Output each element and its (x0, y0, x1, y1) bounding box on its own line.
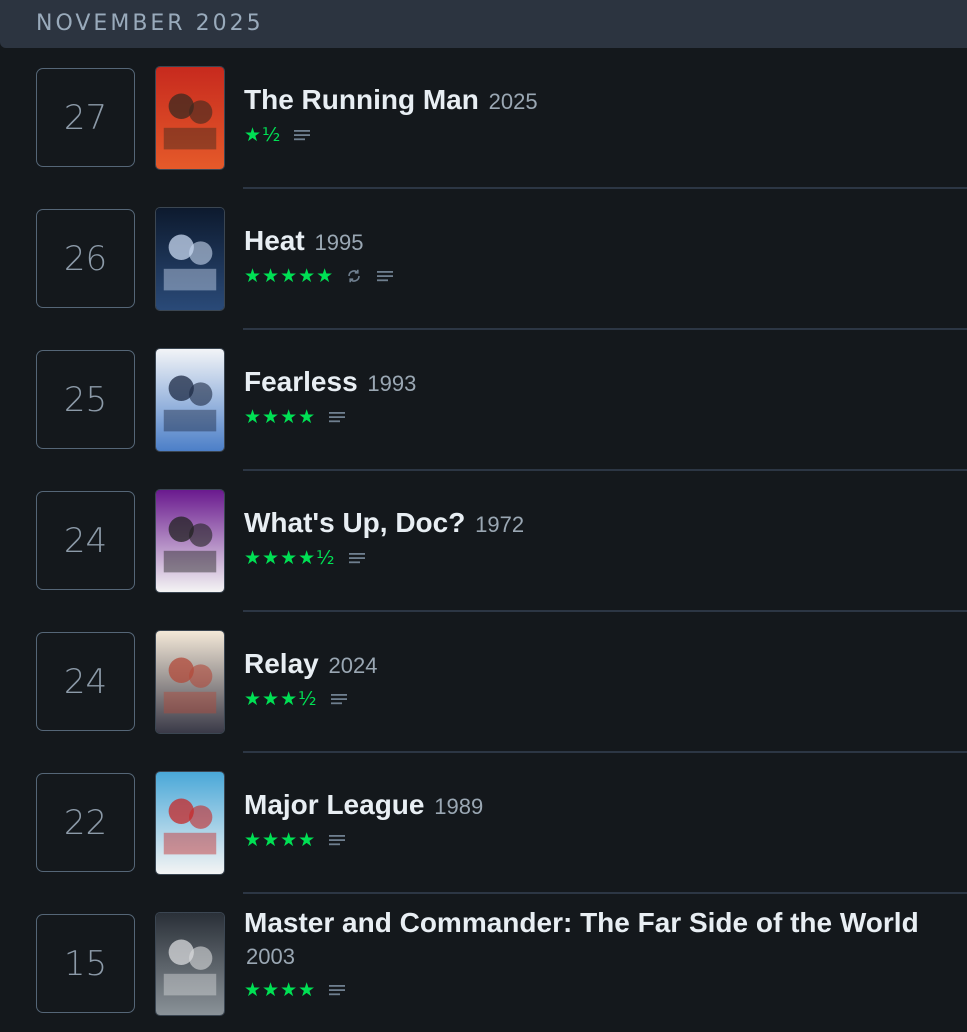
diary-entry: 24 Relay 2024 ★★★½ (0, 612, 967, 753)
day-number[interactable]: 25 (36, 350, 135, 449)
entry-meta: ★★★★ (244, 406, 944, 428)
film-year[interactable]: 1995 (314, 230, 363, 255)
entry-meta: ★★★★½ (244, 547, 944, 569)
film-year[interactable]: 2025 (489, 89, 538, 114)
title-line: Major League 1989 (244, 789, 944, 823)
entry-info: Relay 2024 ★★★½ (244, 648, 944, 710)
diary-entry: 24 What's Up, Doc? 1972 ★★★★½ (0, 471, 967, 612)
day-number[interactable]: 26 (36, 209, 135, 308)
star-rating: ★½ (244, 124, 282, 146)
day-number[interactable]: 15 (36, 914, 135, 1013)
review-lines-icon[interactable] (348, 550, 366, 566)
title-line: Fearless 1993 (244, 366, 944, 400)
film-poster[interactable] (155, 348, 225, 452)
film-poster[interactable] (155, 66, 225, 170)
review-lines-icon[interactable] (330, 691, 348, 707)
entry-info: Fearless 1993 ★★★★ (244, 366, 944, 428)
entry-meta: ★★★★★ (244, 265, 944, 287)
diary-entry: 25 Fearless 1993 ★★★★ (0, 330, 967, 471)
star-rating: ★★★★½ (244, 547, 336, 569)
entry-meta: ★★★★ (244, 979, 944, 1001)
diary-entry: 22 Major League 1989 ★★★★ (0, 753, 967, 894)
entry-info: The Running Man 2025 ★½ (244, 84, 944, 146)
entry-info: Major League 1989 ★★★★ (244, 789, 944, 851)
month-header: NOVEMBER 2025 (0, 0, 967, 48)
review-lines-icon[interactable] (328, 982, 346, 998)
diary-view: NOVEMBER 2025 27 The Running Man 2025 ★½ 26… (0, 0, 967, 1032)
film-title[interactable]: The Running Man (244, 84, 479, 115)
title-line: What's Up, Doc? 1972 (244, 507, 944, 541)
review-lines-icon[interactable] (328, 832, 346, 848)
title-line: Relay 2024 (244, 648, 944, 682)
diary-entry: 27 The Running Man 2025 ★½ (0, 48, 967, 189)
film-poster[interactable] (155, 912, 225, 1016)
star-rating: ★★★★ (244, 979, 317, 1001)
film-year[interactable]: 1993 (367, 371, 416, 396)
film-title[interactable]: What's Up, Doc? (244, 507, 465, 538)
entry-meta: ★★★½ (244, 688, 944, 710)
film-title[interactable]: Fearless (244, 366, 358, 397)
day-number[interactable]: 27 (36, 68, 135, 167)
film-year[interactable]: 2024 (329, 653, 378, 678)
entry-info: Master and Commander: The Far Side of th… (244, 907, 944, 1001)
film-year[interactable]: 2003 (246, 944, 295, 969)
film-title[interactable]: Master and Commander: The Far Side of th… (244, 907, 919, 938)
entry-info: What's Up, Doc? 1972 ★★★★½ (244, 507, 944, 569)
diary-entry: 26 Heat 1995 ★★★★★ (0, 189, 967, 330)
title-line: The Running Man 2025 (244, 84, 944, 118)
film-year[interactable]: 1972 (475, 512, 524, 537)
rewatch-icon (346, 268, 364, 284)
entry-meta: ★½ (244, 124, 944, 146)
film-poster[interactable] (155, 630, 225, 734)
diary-entry: 15 Master and Commander: The Far Side of … (0, 894, 967, 1032)
day-number[interactable]: 24 (36, 491, 135, 590)
review-lines-icon[interactable] (293, 127, 311, 143)
film-title[interactable]: Heat (244, 225, 305, 256)
star-rating: ★★★½ (244, 688, 318, 710)
film-poster[interactable] (155, 489, 225, 593)
day-number[interactable]: 22 (36, 773, 135, 872)
star-rating: ★★★★ (244, 829, 317, 851)
film-year[interactable]: 1989 (434, 794, 483, 819)
month-label: NOVEMBER 2025 (36, 11, 264, 36)
review-lines-icon[interactable] (328, 409, 346, 425)
star-rating: ★★★★★ (244, 265, 335, 287)
entry-info: Heat 1995 ★★★★★ (244, 225, 944, 287)
star-rating: ★★★★ (244, 406, 317, 428)
film-poster[interactable] (155, 771, 225, 875)
day-number[interactable]: 24 (36, 632, 135, 731)
film-poster[interactable] (155, 207, 225, 311)
title-line: Master and Commander: The Far Side of th… (244, 907, 944, 973)
review-lines-icon[interactable] (376, 268, 394, 284)
film-title[interactable]: Major League (244, 789, 424, 820)
entry-meta: ★★★★ (244, 829, 944, 851)
title-line: Heat 1995 (244, 225, 944, 259)
film-title[interactable]: Relay (244, 648, 319, 679)
